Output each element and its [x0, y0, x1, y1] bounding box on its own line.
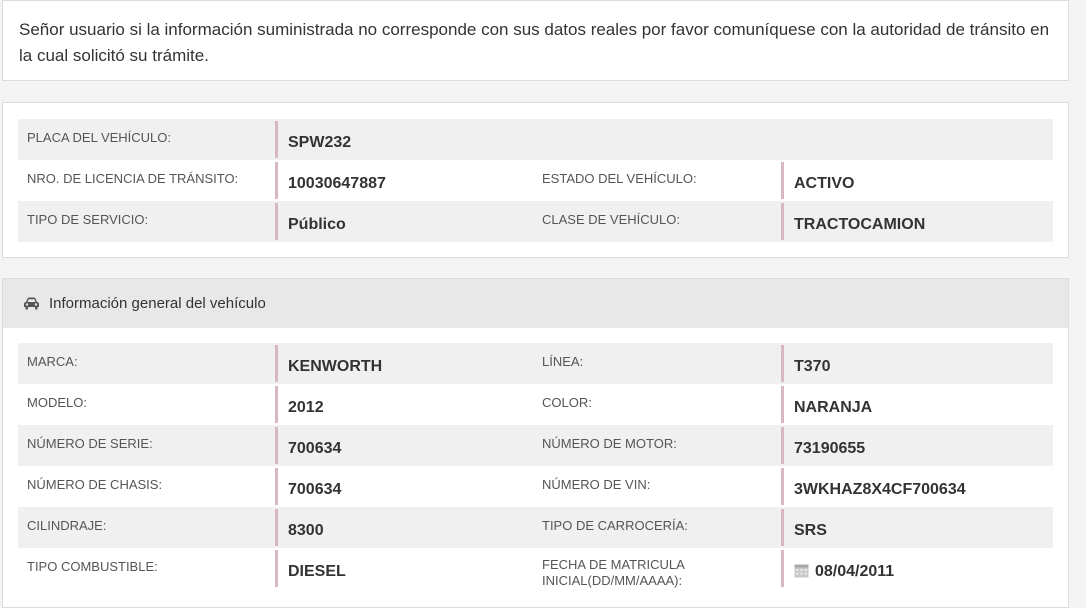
- section-title: Información general del vehículo: [49, 295, 266, 312]
- vehicle-status-label: ESTADO DEL VEHÍCULO:: [542, 171, 697, 186]
- body-type-label: TIPO DE CARROCERÍA:: [542, 518, 688, 533]
- chassis-number-value: 700634: [275, 468, 533, 505]
- car-icon: [24, 297, 39, 310]
- service-type-label: TIPO DE SERVICIO:: [27, 212, 149, 227]
- chassis-number-label: NÚMERO DE CHASIS:: [27, 477, 163, 492]
- info-notice: Señor usuario si la información suminist…: [2, 0, 1069, 81]
- color-label: COLOR:: [542, 395, 592, 410]
- calendar-icon: [794, 564, 809, 578]
- empty-value: [781, 121, 1053, 158]
- serial-number-value: 700634: [275, 427, 533, 464]
- body-type-value: SRS: [781, 509, 1053, 546]
- table-row: NÚMERO DE CHASIS: 700634 NÚMERO DE VIN: …: [18, 466, 1053, 507]
- line-label: LÍNEA:: [542, 354, 584, 369]
- serial-number-label: NÚMERO DE SERIE:: [27, 436, 153, 451]
- fuel-type-value: DIESEL: [275, 550, 533, 587]
- vehicle-status-value: ACTIVO: [781, 162, 1053, 199]
- plate-label: PLACA DEL VEHÍCULO:: [27, 130, 172, 145]
- table-row: TIPO COMBUSTIBLE: DIESEL FECHA DE MATRIC…: [18, 548, 1053, 589]
- vehicle-class-value: TRACTOCAMION: [781, 203, 1053, 240]
- line-value: T370: [781, 345, 1053, 382]
- license-number-label: NRO. DE LICENCIA DE TRÁNSITO:: [27, 171, 239, 186]
- registration-date-label: FECHA DE MATRICULA INICIAL(DD/MM/AAAA):: [542, 557, 685, 588]
- service-type-value: Público: [275, 203, 533, 240]
- displacement-label: CILINDRAJE:: [27, 518, 107, 533]
- license-number-value: 10030647887: [275, 162, 533, 199]
- engine-number-label: NÚMERO DE MOTOR:: [542, 436, 677, 451]
- vehicle-summary-panel: PLACA DEL VEHÍCULO: SPW232 NRO. DE LICEN…: [2, 102, 1069, 258]
- empty-label: [533, 119, 781, 160]
- general-info-panel: Información general del vehículo MARCA: …: [2, 278, 1069, 608]
- displacement-value: 8300: [275, 509, 533, 546]
- fuel-type-label: TIPO COMBUSTIBLE:: [27, 559, 158, 574]
- section-heading[interactable]: Información general del vehículo: [3, 279, 1068, 328]
- table-row: MARCA: KENWORTH LÍNEA: T370: [18, 343, 1053, 384]
- brand-value: KENWORTH: [275, 345, 533, 382]
- table-row: PLACA DEL VEHÍCULO: SPW232: [18, 119, 1053, 160]
- notice-text: Señor usuario si la información suminist…: [19, 20, 1050, 65]
- registration-date-value: 08/04/2011: [781, 550, 1053, 587]
- plate-value: SPW232: [275, 121, 533, 158]
- table-row: MODELO: 2012 COLOR: NARANJA: [18, 384, 1053, 425]
- registration-date-text: 08/04/2011: [815, 563, 895, 580]
- table-row: TIPO DE SERVICIO: Público CLASE DE VEHÍC…: [18, 201, 1053, 242]
- vehicle-class-label: CLASE DE VEHÍCULO:: [542, 212, 680, 227]
- brand-label: MARCA:: [27, 354, 78, 369]
- table-row: NRO. DE LICENCIA DE TRÁNSITO: 1003064788…: [18, 160, 1053, 201]
- table-row: NÚMERO DE SERIE: 700634 NÚMERO DE MOTOR:…: [18, 425, 1053, 466]
- model-value: 2012: [275, 386, 533, 423]
- model-label: MODELO:: [27, 395, 87, 410]
- table-row: CILINDRAJE: 8300 TIPO DE CARROCERÍA: SRS: [18, 507, 1053, 548]
- vin-value: 3WKHAZ8X4CF700634: [781, 468, 1053, 505]
- engine-number-value: 73190655: [781, 427, 1053, 464]
- color-value: NARANJA: [781, 386, 1053, 423]
- vin-label: NÚMERO DE VIN:: [542, 477, 651, 492]
